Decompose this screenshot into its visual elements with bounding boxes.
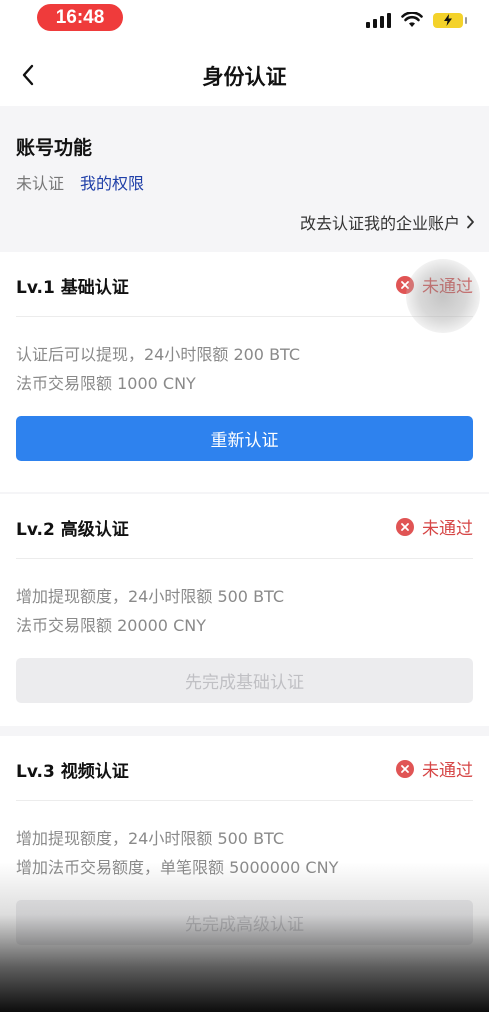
- desc-line: 增加法币交易额度，单笔限额 5000000 CNY: [16, 858, 339, 877]
- reverify-button[interactable]: 重新认证: [16, 416, 473, 461]
- status-text: 未通过: [422, 519, 473, 539]
- level-card-1: Lv.1 基础认证 未通过 认证后可以提现，24小时限额 200 BTC 法币交…: [0, 252, 489, 492]
- card-header: Lv.1 基础认证 未通过: [16, 252, 473, 317]
- complete-advanced-first-button[interactable]: 先完成高级认证: [16, 900, 473, 945]
- enterprise-verify-link[interactable]: 改去认证我的企业账户: [300, 210, 475, 234]
- close-circle-icon: [396, 275, 414, 294]
- level-card-3: Lv.3 视频认证 未通过 增加提现额度，24小时限额 500 BTC 增加法币…: [0, 736, 489, 1012]
- desc-line: 增加提现额度，24小时限额 500 BTC: [16, 587, 285, 606]
- chevron-right-icon: [467, 215, 474, 229]
- status-badge: 未通过: [396, 514, 473, 539]
- card-header: Lv.2 高级认证 未通过: [16, 494, 473, 559]
- account-status: 未认证: [16, 174, 65, 193]
- status-text: 未通过: [422, 761, 473, 781]
- level-description: 增加提现额度，24小时限额 500 BTC 增加法币交易额度，单笔限额 5000…: [16, 824, 338, 882]
- level-description: 增加提现额度，24小时限额 500 BTC 法币交易限额 20000 CNY: [16, 582, 284, 640]
- status-badge: 未通过: [396, 756, 473, 781]
- signal-icon: [366, 12, 391, 28]
- level-title: Lv.3 视频认证: [16, 762, 129, 782]
- nav-bar: 身份认证: [0, 44, 489, 106]
- desc-line: 法币交易限额 20000 CNY: [16, 616, 206, 635]
- close-circle-icon: [396, 759, 414, 778]
- close-circle-icon: [396, 517, 414, 536]
- level-card-2: Lv.2 高级认证 未通过 增加提现额度，24小时限额 500 BTC 法币交易…: [0, 494, 489, 726]
- account-section: 账号功能 未认证 我的权限 改去认证我的企业账户: [0, 106, 489, 252]
- account-title: 账号功能: [16, 137, 93, 159]
- status-time: 16:48: [37, 4, 123, 31]
- status-bar: 16:48: [0, 0, 489, 44]
- wifi-icon: [401, 12, 423, 27]
- battery-charging-icon: [433, 12, 467, 28]
- desc-line: 增加提现额度，24小时限额 500 BTC: [16, 829, 285, 848]
- complete-basic-first-button[interactable]: 先完成基础认证: [16, 658, 473, 703]
- enterprise-link-label: 改去认证我的企业账户: [299, 214, 460, 233]
- desc-line: 法币交易限额 1000 CNY: [16, 374, 196, 393]
- desc-line: 认证后可以提现，24小时限额 200 BTC: [16, 345, 301, 364]
- status-icons: [366, 10, 467, 30]
- page-title: 身份认证: [202, 65, 287, 89]
- status-text: 未通过: [422, 277, 473, 297]
- card-header: Lv.3 视频认证 未通过: [16, 736, 473, 801]
- level-title: Lv.1 基础认证: [16, 278, 129, 298]
- my-permissions-link[interactable]: 我的权限: [80, 170, 144, 194]
- level-description: 认证后可以提现，24小时限额 200 BTC 法币交易限额 1000 CNY: [16, 340, 300, 398]
- level-title: Lv.2 高级认证: [16, 520, 129, 540]
- status-badge: 未通过: [396, 272, 473, 297]
